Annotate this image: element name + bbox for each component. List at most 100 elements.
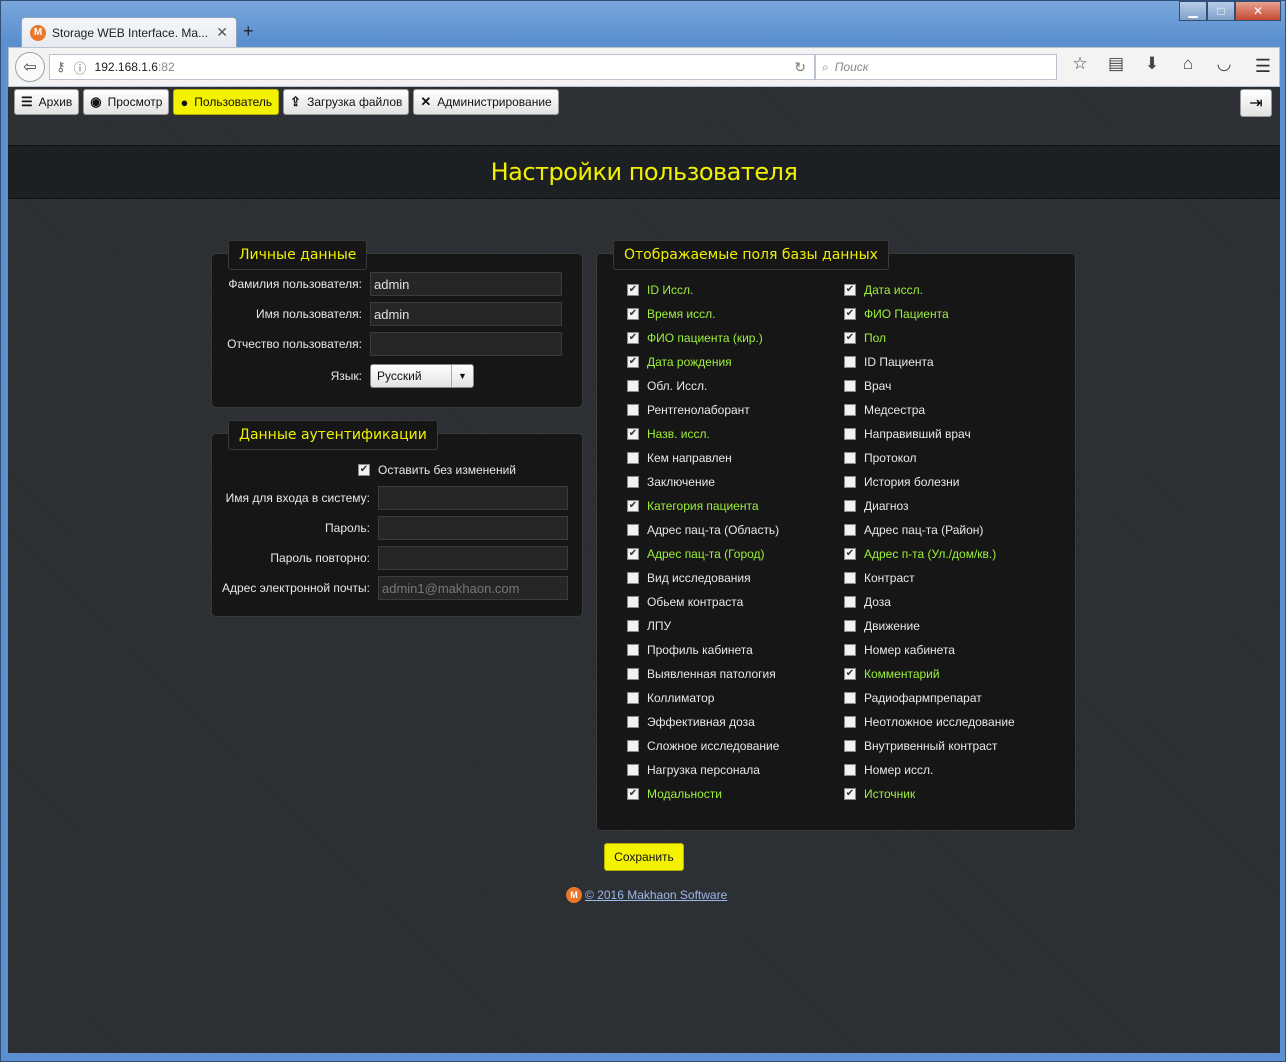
- field-checkbox[interactable]: [627, 764, 639, 776]
- field-checkbox[interactable]: [844, 452, 856, 464]
- field-checkbox[interactable]: [844, 476, 856, 488]
- field-option-left-5[interactable]: Рентгенолаборант: [627, 400, 750, 420]
- field-checkbox[interactable]: ✔: [627, 284, 639, 296]
- field-option-left-8[interactable]: Заключение: [627, 472, 715, 492]
- field-checkbox[interactable]: [627, 524, 639, 536]
- reading-list-icon[interactable]: ▤: [1105, 54, 1127, 74]
- field-option-right-10[interactable]: Адрес пац-та (Район): [844, 520, 983, 540]
- field-checkbox[interactable]: ✔: [627, 788, 639, 800]
- save-button[interactable]: Сохранить: [604, 843, 684, 871]
- field-checkbox[interactable]: ✔: [627, 548, 639, 560]
- field-checkbox[interactable]: [844, 572, 856, 584]
- minimize-button[interactable]: ▁: [1179, 1, 1207, 21]
- login-input[interactable]: [378, 486, 568, 510]
- field-option-left-18[interactable]: Эффективная доза: [627, 712, 755, 732]
- field-option-left-17[interactable]: Коллиматор: [627, 688, 714, 708]
- field-option-right-6[interactable]: Направивший врач: [844, 424, 971, 444]
- field-checkbox[interactable]: [627, 404, 639, 416]
- field-checkbox[interactable]: [844, 524, 856, 536]
- field-option-right-3[interactable]: ID Пациента: [844, 352, 934, 372]
- field-option-left-14[interactable]: ЛПУ: [627, 616, 671, 636]
- field-option-left-4[interactable]: Обл. Иссл.: [627, 376, 707, 396]
- copyright-link[interactable]: © 2016 Makhaon Software: [585, 888, 727, 902]
- field-checkbox[interactable]: [844, 716, 856, 728]
- keep-unchanged-checkbox[interactable]: ✔: [358, 464, 370, 476]
- email-input[interactable]: admin1@makhaon.com: [378, 576, 568, 600]
- field-option-right-12[interactable]: Контраст: [844, 568, 915, 588]
- field-option-left-11[interactable]: ✔ Адрес пац-та (Город): [627, 544, 765, 564]
- field-checkbox[interactable]: [844, 428, 856, 440]
- hamburger-menu-icon[interactable]: ☰: [1255, 56, 1271, 77]
- field-option-right-20[interactable]: Номер иссл.: [844, 760, 933, 780]
- name-input[interactable]: admin: [370, 302, 562, 326]
- field-option-right-8[interactable]: История болезни: [844, 472, 959, 492]
- browser-tab[interactable]: M Storage WEB Interface. Ma... ✕: [21, 17, 237, 47]
- field-checkbox[interactable]: [844, 380, 856, 392]
- field-option-right-16[interactable]: ✔ Комментарий: [844, 664, 940, 684]
- new-tab-button[interactable]: +: [243, 21, 254, 42]
- field-checkbox[interactable]: ✔: [844, 332, 856, 344]
- field-checkbox[interactable]: [627, 596, 639, 608]
- field-option-right-4[interactable]: Врач: [844, 376, 891, 396]
- maximize-button[interactable]: □: [1207, 1, 1235, 21]
- menu-upload[interactable]: ⇪ Загрузка файлов: [283, 89, 410, 115]
- field-checkbox[interactable]: [627, 380, 639, 392]
- info-icon[interactable]: ⓘ: [74, 58, 87, 77]
- field-checkbox[interactable]: ✔: [627, 428, 639, 440]
- field-option-right-19[interactable]: Внутривенный контраст: [844, 736, 997, 756]
- field-checkbox[interactable]: [844, 764, 856, 776]
- field-checkbox[interactable]: ✔: [844, 548, 856, 560]
- field-checkbox[interactable]: [844, 500, 856, 512]
- field-option-left-7[interactable]: Кем направлен: [627, 448, 732, 468]
- field-option-right-15[interactable]: Номер кабинета: [844, 640, 955, 660]
- field-option-left-1[interactable]: ✔ Время иссл.: [627, 304, 715, 324]
- field-option-left-10[interactable]: Адрес пац-та (Область): [627, 520, 779, 540]
- field-checkbox[interactable]: [844, 692, 856, 704]
- field-option-right-7[interactable]: Протокол: [844, 448, 917, 468]
- field-option-right-2[interactable]: ✔ Пол: [844, 328, 886, 348]
- search-input[interactable]: ⌕ Поиск: [815, 54, 1057, 80]
- field-checkbox[interactable]: ✔: [627, 356, 639, 368]
- field-checkbox[interactable]: [844, 356, 856, 368]
- field-option-right-14[interactable]: Движение: [844, 616, 920, 636]
- field-checkbox[interactable]: [844, 644, 856, 656]
- field-checkbox[interactable]: [627, 572, 639, 584]
- field-option-left-19[interactable]: Сложное исследование: [627, 736, 779, 756]
- menu-user[interactable]: ● Пользователь: [173, 89, 280, 115]
- password-repeat-input[interactable]: [378, 546, 568, 570]
- field-option-left-3[interactable]: ✔ Дата рождения: [627, 352, 732, 372]
- address-bar[interactable]: ⚷ ⓘ 192.168.1.6:82 ↻: [49, 54, 815, 80]
- field-option-right-1[interactable]: ✔ ФИО Пациента: [844, 304, 949, 324]
- field-option-right-18[interactable]: Неотложное исследование: [844, 712, 1015, 732]
- field-option-right-0[interactable]: ✔ Дата иссл.: [844, 280, 923, 300]
- field-checkbox[interactable]: ✔: [844, 284, 856, 296]
- field-option-left-12[interactable]: Вид исследования: [627, 568, 751, 588]
- field-checkbox[interactable]: [627, 476, 639, 488]
- field-option-right-17[interactable]: Радиофармпрепарат: [844, 688, 982, 708]
- field-checkbox[interactable]: ✔: [627, 308, 639, 320]
- field-option-left-15[interactable]: Профиль кабинета: [627, 640, 753, 660]
- patronymic-input[interactable]: [370, 332, 562, 356]
- field-option-right-13[interactable]: Доза: [844, 592, 891, 612]
- pocket-icon[interactable]: ◡: [1213, 54, 1235, 74]
- logout-button[interactable]: ⇥: [1240, 89, 1272, 117]
- back-button[interactable]: ⇦: [15, 52, 45, 82]
- field-checkbox[interactable]: ✔: [844, 308, 856, 320]
- field-checkbox[interactable]: [844, 740, 856, 752]
- menu-view[interactable]: ◉ Просмотр: [83, 89, 170, 115]
- field-option-right-21[interactable]: ✔ Источник: [844, 784, 915, 804]
- field-checkbox[interactable]: ✔: [627, 500, 639, 512]
- field-option-left-16[interactable]: Выявленная патология: [627, 664, 776, 684]
- field-checkbox[interactable]: ✔: [844, 668, 856, 680]
- field-option-right-5[interactable]: Медсестра: [844, 400, 925, 420]
- field-option-left-2[interactable]: ✔ ФИО пациента (кир.): [627, 328, 763, 348]
- field-checkbox[interactable]: [627, 740, 639, 752]
- field-checkbox[interactable]: ✔: [627, 332, 639, 344]
- field-checkbox[interactable]: [844, 620, 856, 632]
- field-option-left-21[interactable]: ✔ Модальности: [627, 784, 722, 804]
- field-checkbox[interactable]: [627, 620, 639, 632]
- field-option-right-11[interactable]: ✔ Адрес п-та (Ул./дом/кв.): [844, 544, 996, 564]
- field-checkbox[interactable]: [627, 668, 639, 680]
- field-checkbox[interactable]: ✔: [844, 788, 856, 800]
- field-option-left-9[interactable]: ✔ Категория пациента: [627, 496, 759, 516]
